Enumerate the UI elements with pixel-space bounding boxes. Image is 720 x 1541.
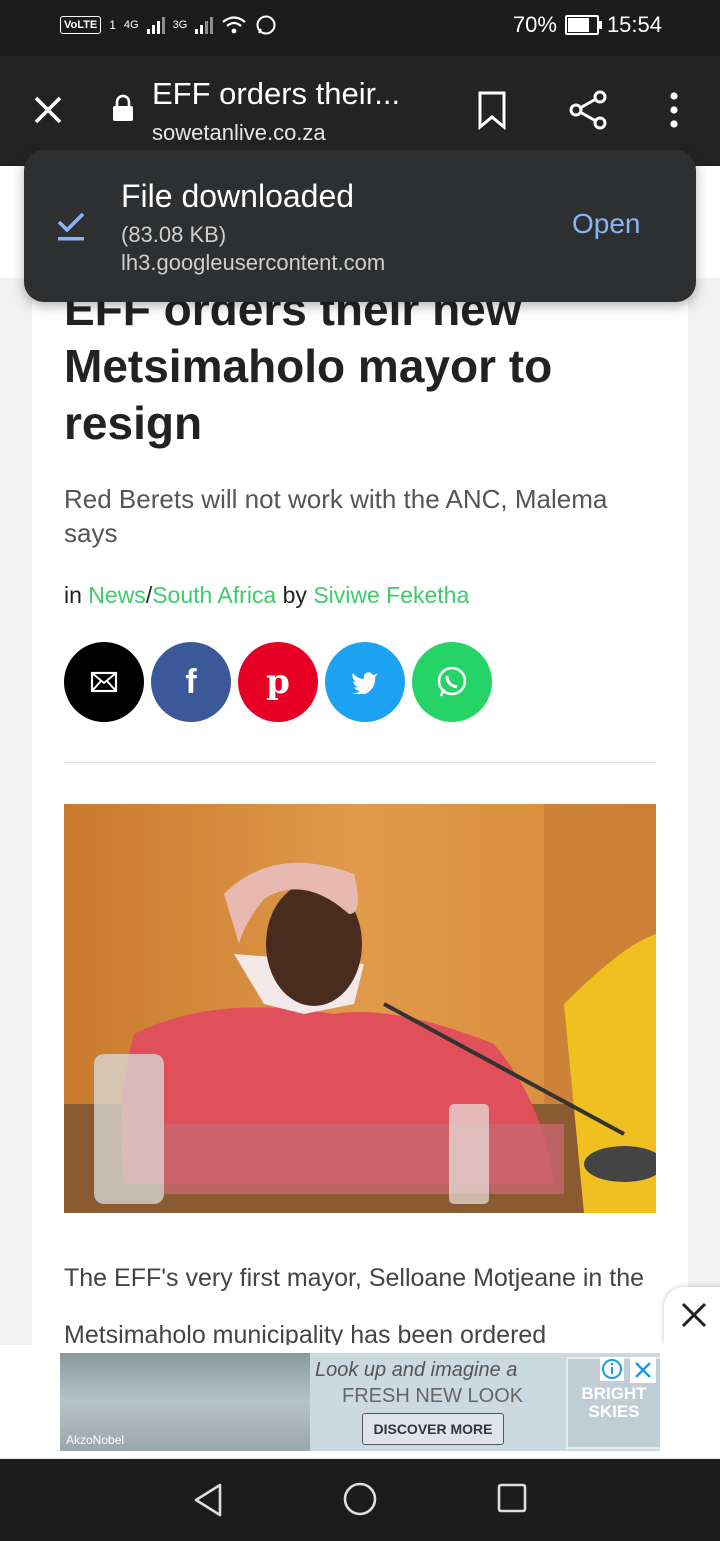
ad-dismiss-icon[interactable]	[630, 1357, 656, 1383]
ad-discover-button[interactable]: DISCOVER MORE	[362, 1413, 504, 1445]
signal-icon	[146, 16, 165, 34]
system-nav-bar	[0, 1459, 720, 1541]
network-type-1: 4G	[123, 19, 139, 31]
share-facebook-button[interactable]: f	[151, 642, 231, 722]
whatsapp-notification-icon	[256, 15, 276, 35]
back-icon[interactable]	[190, 1481, 226, 1519]
whatsapp-icon	[437, 666, 467, 697]
toast-open-button[interactable]: Open	[572, 208, 641, 240]
page-url: sowetanlive.co.za	[152, 120, 326, 145]
share-whatsapp-button[interactable]	[412, 642, 492, 722]
battery-percent: 70%	[512, 12, 557, 37]
status-bar: VoLTE 1 4G 3G 70% 15:54	[0, 0, 720, 56]
home-icon[interactable]	[342, 1481, 378, 1517]
ad-advertiser-logo: AkzoNobel	[66, 1433, 125, 1447]
share-icon[interactable]	[568, 90, 608, 130]
share-email-button[interactable]	[64, 642, 144, 722]
twitter-icon	[352, 672, 378, 694]
article-subtitle: Red Berets will not work with the ANC, M…	[64, 484, 608, 548]
divider	[64, 762, 656, 763]
page-title: EFF orders their...	[152, 76, 401, 111]
article-card: EFF orders their new Metsimaholo mayor t…	[32, 278, 688, 1348]
ad-banner[interactable]: Look up and imagine a FRESH NEW LOOK DIS…	[60, 1353, 660, 1451]
ad-subheadline: FRESH NEW LOOK	[342, 1385, 524, 1407]
ad-brand-line1: BRIGHT	[581, 1384, 647, 1403]
author-link[interactable]: Siviwe Feketha	[313, 582, 469, 608]
category-link-south-africa[interactable]: South Africa	[152, 582, 276, 608]
article-byline: in News/South Africa by Siviwe Feketha	[64, 582, 469, 609]
volte-badge: VoLTE	[60, 16, 102, 34]
ad-close-button[interactable]	[664, 1287, 720, 1345]
lock-icon[interactable]	[112, 94, 134, 122]
download-toast: File downloaded (83.08 KB) lh3.googleuse…	[24, 150, 696, 302]
email-icon	[90, 671, 118, 693]
share-buttons: f p	[64, 642, 492, 722]
share-pinterest-button[interactable]: p	[238, 642, 318, 722]
status-left: VoLTE 1 4G 3G	[60, 14, 277, 36]
article-body: The EFF's very first mayor, Selloane Mot…	[64, 1264, 645, 1348]
network-type-2: 3G	[172, 19, 188, 31]
bookmark-icon[interactable]	[474, 90, 510, 130]
byline-by: by	[282, 582, 307, 608]
pinterest-icon: p	[266, 662, 290, 702]
close-icon	[681, 1302, 707, 1328]
ad-bar: Look up and imagine a FRESH NEW LOOK DIS…	[0, 1345, 720, 1457]
sim-1-label: 1	[109, 18, 116, 32]
byline-in: in	[64, 582, 82, 608]
article-headline: EFF orders their new Metsimaholo mayor t…	[64, 283, 553, 449]
article-photo	[64, 804, 656, 1213]
ad-info-icon[interactable]	[600, 1357, 624, 1381]
category-link-news[interactable]: News	[88, 582, 146, 608]
status-right: 70% 15:54	[513, 12, 662, 38]
ad-brand-line2: SKIES	[588, 1402, 640, 1421]
close-icon[interactable]	[30, 92, 66, 128]
share-twitter-button[interactable]	[325, 642, 405, 722]
signal-icon-2	[195, 16, 214, 34]
facebook-icon: f	[185, 662, 197, 701]
clock: 15:54	[606, 12, 662, 37]
download-complete-icon	[57, 212, 85, 241]
toast-host: lh3.googleusercontent.com	[121, 250, 386, 275]
more-options-icon[interactable]	[664, 90, 684, 130]
battery-icon	[564, 15, 602, 35]
recent-apps-icon[interactable]	[496, 1482, 528, 1514]
toast-title: File downloaded	[121, 178, 355, 214]
ad-headline: Look up and imagine a	[315, 1359, 518, 1381]
toast-file-size: (83.08 KB)	[121, 222, 227, 247]
wifi-icon	[222, 16, 246, 34]
